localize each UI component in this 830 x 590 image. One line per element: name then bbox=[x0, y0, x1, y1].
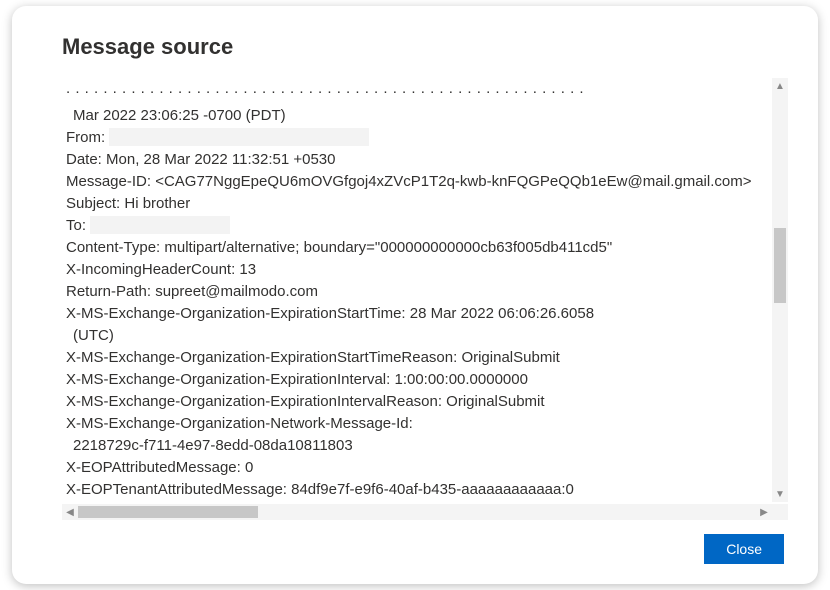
message-source-text[interactable]: Mar 2022 23:06:25 -0700 (PDT)From: Date:… bbox=[62, 105, 788, 521]
header-line: X-EOPTenantAttributedMessage: 84df9e7f-e… bbox=[66, 479, 770, 501]
scroll-up-icon[interactable]: ▲ bbox=[772, 78, 788, 94]
header-line: X-IncomingHeaderCount: 13 bbox=[66, 259, 770, 281]
close-button[interactable]: Close bbox=[704, 534, 784, 564]
header-line: Message-ID: <CAG77NggEpeQU6mOVGfgoj4xZVc… bbox=[66, 171, 770, 193]
header-line: X-EOPAttributedMessage: 0 bbox=[66, 457, 770, 479]
header-line: X-MS-Exchange-Organization-ExpirationInt… bbox=[66, 391, 770, 413]
header-line: Return-Path: supreet@mailmodo.com bbox=[66, 281, 770, 303]
horizontal-scrollbar[interactable]: ◀ ▶ bbox=[62, 504, 772, 520]
dialog-footer: Close bbox=[62, 520, 788, 564]
scroll-corner bbox=[772, 504, 788, 520]
vertical-scroll-thumb[interactable] bbox=[774, 228, 786, 303]
horizontal-scroll-track[interactable] bbox=[78, 504, 756, 520]
scroll-down-icon[interactable]: ▼ bbox=[772, 486, 788, 502]
partial-top-row: . . . . . . . . . . . . . . . . . . . . … bbox=[62, 78, 788, 105]
header-line: X-MS-Exchange-Organization-ExpirationInt… bbox=[66, 369, 770, 391]
dialog-title: Message source bbox=[62, 34, 788, 60]
header-line: X-MS-Exchange-Organization-Network-Messa… bbox=[66, 413, 770, 435]
header-line: Content-Type: multipart/alternative; bou… bbox=[66, 237, 770, 259]
header-line: (UTC) bbox=[66, 325, 770, 347]
header-line: X-MS-Exchange-Organization-ExpirationSta… bbox=[66, 303, 770, 325]
header-line: To: bbox=[66, 215, 770, 237]
message-source-dialog: Message source . . . . . . . . . . . . .… bbox=[12, 6, 818, 584]
redacted-region bbox=[109, 128, 369, 146]
header-line: Subject: Hi brother bbox=[66, 193, 770, 215]
header-line: Mar 2022 23:06:25 -0700 (PDT) bbox=[66, 105, 770, 127]
header-line: X-MS-Exchange-Organization-ExpirationSta… bbox=[66, 347, 770, 369]
horizontal-scroll-thumb[interactable] bbox=[78, 506, 258, 518]
content-wrapper: . . . . . . . . . . . . . . . . . . . . … bbox=[62, 78, 788, 520]
header-line: Date: Mon, 28 Mar 2022 11:32:51 +0530 bbox=[66, 149, 770, 171]
vertical-scrollbar[interactable]: ▲ ▼ bbox=[772, 78, 788, 502]
redacted-region bbox=[90, 216, 230, 234]
scroll-right-icon[interactable]: ▶ bbox=[756, 504, 772, 520]
header-line: 2218729c-f711-4e97-8edd-08da10811803 bbox=[66, 435, 770, 457]
header-line: From: bbox=[66, 127, 770, 149]
scroll-left-icon[interactable]: ◀ bbox=[62, 504, 78, 520]
